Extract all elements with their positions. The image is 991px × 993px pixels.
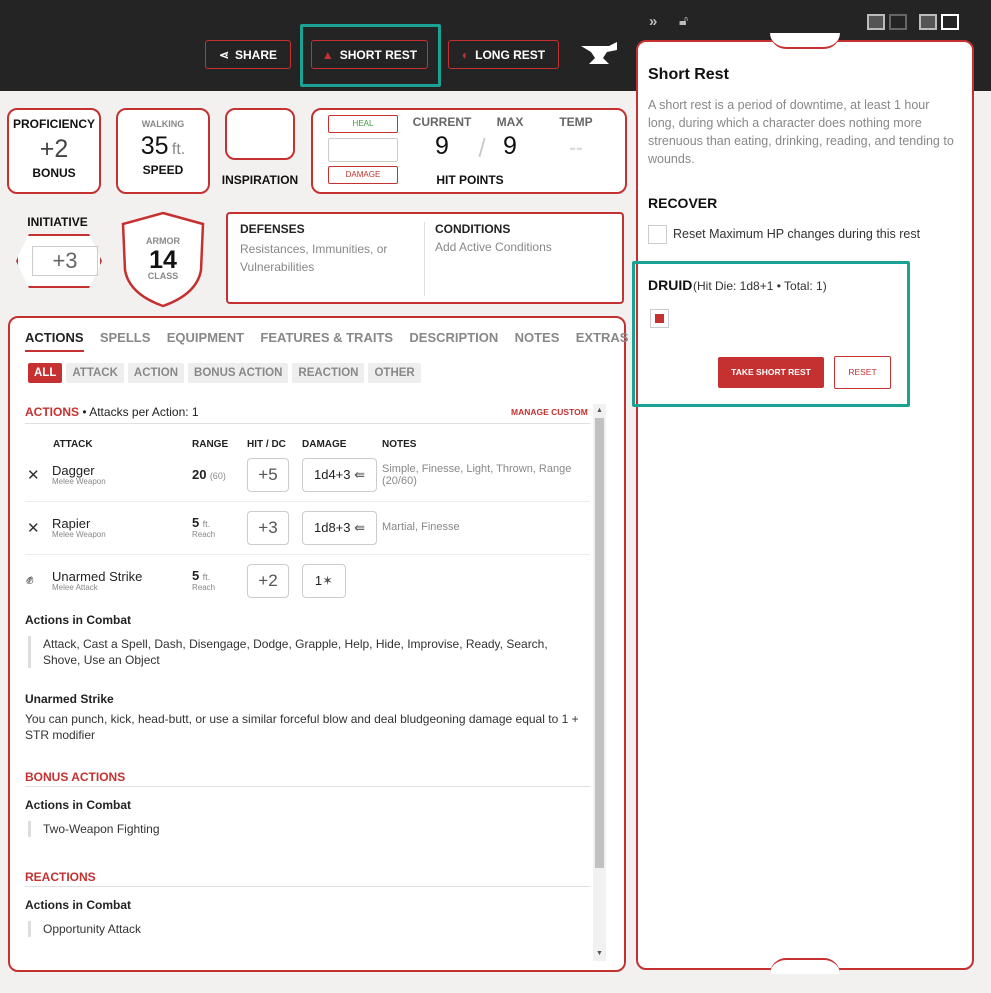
tab-extras[interactable]: EXTRAS: [576, 330, 629, 345]
druid-section-highlight: [632, 261, 910, 407]
unarmed-damage-button[interactable]: 1✶: [302, 564, 346, 598]
unarmed-hit-button[interactable]: +2: [247, 564, 289, 598]
anvil-icon[interactable]: [579, 38, 619, 70]
recover-title: RECOVER: [648, 195, 718, 211]
panel-notch-top: [770, 33, 840, 49]
dagger-range: 20 (60): [192, 467, 226, 482]
unarmed-description: You can punch, kick, head-butt, or use a…: [25, 712, 579, 742]
hp-max: 9: [503, 132, 517, 160]
filter-reaction[interactable]: REACTION: [292, 363, 365, 383]
short-rest-highlight: [300, 24, 441, 87]
bonus-actions-title: BONUS ACTIONS: [25, 770, 126, 784]
layout-left-icon[interactable]: [867, 14, 885, 30]
tab-spells[interactable]: SPELLS: [100, 330, 151, 345]
crossed-swords-icon: ✕: [27, 520, 40, 537]
lock-icon[interactable]: 🔓︎: [679, 12, 693, 30]
hp-change-input[interactable]: [328, 138, 398, 162]
unarmed-range: 5 ft. Reach: [192, 568, 216, 592]
layout-sidebar-icon[interactable]: [919, 14, 937, 30]
heal-button[interactable]: HEAL: [328, 115, 398, 133]
divider: [424, 222, 425, 296]
bonus-actions-list: Two-Weapon Fighting: [28, 821, 328, 837]
filter-all[interactable]: ALL: [28, 363, 63, 383]
conditions-text[interactable]: Add Active Conditions: [435, 240, 552, 254]
tab-description[interactable]: DESCRIPTION: [409, 330, 498, 345]
divider: [25, 786, 590, 787]
moon-icon: ◐: [461, 47, 470, 62]
hp-current[interactable]: 9: [412, 132, 472, 161]
rapier-damage-button[interactable]: 1d8+3 ⇚: [302, 511, 377, 545]
conditions-title: CONDITIONS: [435, 222, 511, 236]
panel-description: A short rest is a period of downtime, at…: [648, 98, 954, 166]
speed-box: WALKING 35 ft. SPEED: [116, 108, 210, 194]
share-button[interactable]: ⋖ SHARE: [205, 40, 291, 69]
divider: [25, 886, 590, 887]
filter-other[interactable]: OTHER: [368, 363, 421, 383]
panel-title: Short Rest: [648, 66, 729, 83]
share-icon: ⋖: [218, 47, 230, 62]
crossed-swords-icon: ✕: [27, 467, 40, 484]
tab-notes[interactable]: NOTES: [515, 330, 560, 345]
collapse-panel-icon[interactable]: »: [649, 13, 667, 31]
damage-button[interactable]: DAMAGE: [328, 166, 398, 184]
rapier-hit-button[interactable]: +3: [247, 511, 289, 545]
header-divider: [25, 423, 590, 424]
hp-temp[interactable]: --: [546, 137, 606, 160]
fist-icon: ✊︎: [26, 571, 34, 587]
proficiency-box: PROFICIENCY +2 BONUS: [7, 108, 101, 194]
manage-custom-link[interactable]: MANAGE CUSTOM: [511, 407, 588, 417]
scroll-up-arrow[interactable]: ▲: [593, 404, 606, 418]
layout-split-icon[interactable]: [889, 14, 907, 30]
defenses-text[interactable]: Resistances, Immunities, or Vulnerabilit…: [240, 240, 410, 276]
bludgeoning-icon: ✶: [322, 573, 334, 588]
filter-attack[interactable]: ATTACK: [66, 363, 124, 383]
reset-hp-label: Reset Maximum HP changes during this res…: [673, 227, 921, 241]
combat-actions-list: Attack, Cast a Spell, Dash, Disengage, D…: [28, 636, 588, 668]
layout-full-icon[interactable]: [941, 14, 959, 30]
actions-header: ACTIONS • Attacks per Action: 1: [25, 405, 199, 419]
reset-hp-checkbox[interactable]: [648, 225, 667, 244]
piercing-icon: ⇚: [350, 520, 366, 535]
tab-actions[interactable]: ACTIONS: [25, 330, 84, 352]
dagger-hit-button[interactable]: +5: [247, 458, 289, 492]
initiative-value: +3: [32, 246, 98, 276]
long-rest-button[interactable]: ◐ LONG REST: [448, 40, 559, 69]
filter-action[interactable]: ACTION: [127, 363, 185, 383]
scroll-down-arrow[interactable]: ▼: [593, 947, 606, 961]
reactions-title: REACTIONS: [25, 870, 96, 884]
section-tabs: ACTIONS SPELLS EQUIPMENT FEATURES & TRAI…: [25, 330, 641, 352]
reactions-list: Opportunity Attack: [28, 921, 328, 937]
defenses-title: DEFENSES: [240, 222, 305, 236]
panel-notch-bottom: [770, 958, 840, 974]
filter-bonus-action[interactable]: BONUS ACTION: [188, 363, 289, 383]
action-filters: ALL ATTACK ACTION BONUS ACTION REACTION OTHER: [28, 363, 425, 383]
tab-features[interactable]: FEATURES & TRAITS: [260, 330, 393, 345]
scrollbar-thumb[interactable]: [595, 418, 604, 868]
rapier-range: 5 ft. Reach: [192, 515, 216, 539]
piercing-icon: ⇚: [350, 467, 366, 482]
inspiration-label: INSPIRATION: [221, 173, 299, 187]
proficiency-value: +2: [39, 135, 69, 163]
actions-scrollbar[interactable]: ▲ ▼: [593, 404, 606, 961]
short-rest-panel: [636, 40, 974, 970]
dagger-damage-button[interactable]: 1d4+3 ⇚: [302, 458, 377, 492]
speed-value: 35: [140, 132, 169, 160]
inspiration-toggle[interactable]: [225, 108, 295, 160]
tab-equipment[interactable]: EQUIPMENT: [167, 330, 244, 345]
